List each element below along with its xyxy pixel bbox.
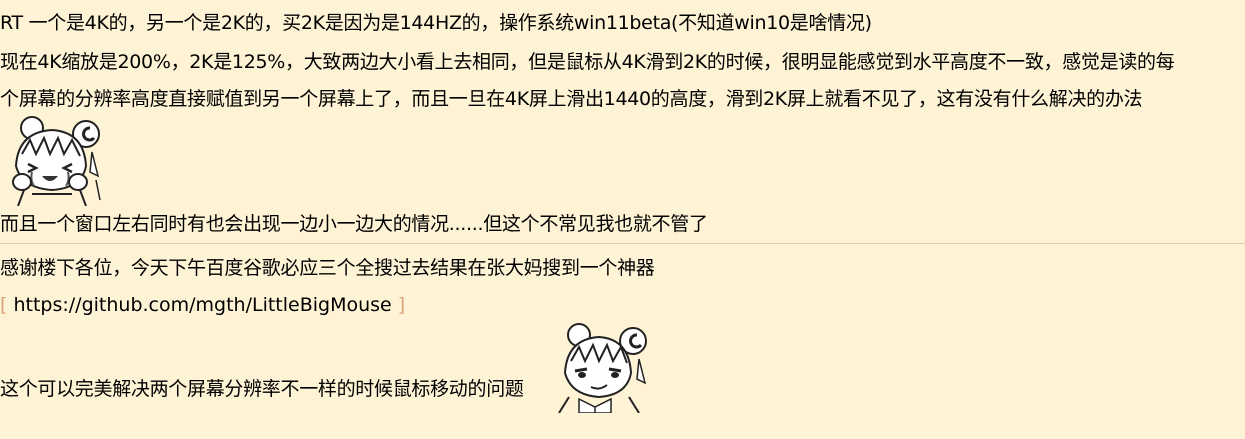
post-1-line-4: 而且一个窗口左右同时有也会出现一边小一边大的情况......但这个不常见我也就不… xyxy=(0,213,708,235)
post-2-line-1: 感谢楼下各位，今天下午百度谷歌必应三个全搜过去结果在张大妈搜到一个神器 xyxy=(0,257,655,279)
post-1-line-2: 现在4K缩放是200%，2K是125%，大致两边大小看上去相同，但是鼠标从4K滑… xyxy=(0,51,1175,73)
post-2-line-2: 这个可以完美解决两个屏幕分辨率不一样的时候鼠标移动的问题 xyxy=(0,378,524,400)
post-1-line-3: 个屏幕的分辨率高度直接赋值到另一个屏幕上了，而且一旦在4K屏上滑出1440的高度… xyxy=(0,88,1143,110)
smug-anime-girl-icon xyxy=(549,321,651,414)
link-open-bracket: [ xyxy=(0,294,8,316)
post-1-line-1: RT 一个是4K的，另一个是2K的，买2K是因为是144HZ的，操作系统win1… xyxy=(0,12,872,34)
link-close-bracket: ] xyxy=(397,294,406,316)
littlebigmouse-link[interactable]: https://github.com/mgth/LittleBigMouse xyxy=(13,294,391,316)
link-container: [ https://github.com/mgth/LittleBigMouse… xyxy=(0,293,405,317)
crying-anime-girl-icon xyxy=(2,114,104,207)
post-1: RT 一个是4K的，另一个是2K的，买2K是因为是144HZ的，操作系统win1… xyxy=(0,0,1245,243)
